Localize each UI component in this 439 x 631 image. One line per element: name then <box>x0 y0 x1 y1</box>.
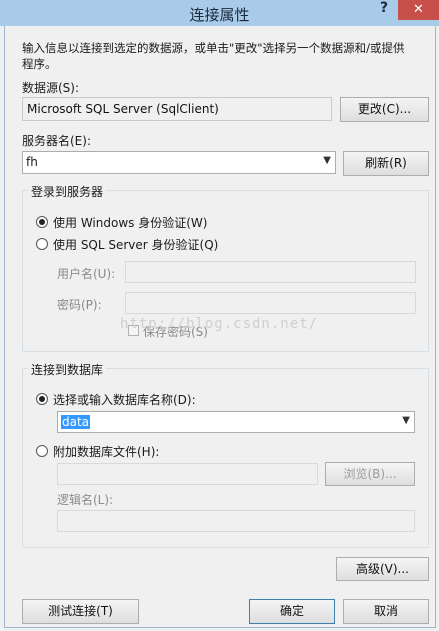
refresh-button[interactable]: 刷新(R) <box>343 151 429 176</box>
browse-button[interactable]: 浏览(B)... <box>325 462 415 486</box>
datasource-field: Microsoft SQL Server (SqlClient) <box>22 97 332 121</box>
logical-name-input[interactable] <box>57 510 415 532</box>
database-value: data <box>61 415 91 429</box>
windows-auth-radio[interactable] <box>36 216 48 228</box>
server-value: fh <box>26 155 38 169</box>
database-group-title: 连接到数据库 <box>28 361 107 378</box>
chevron-down-icon[interactable]: ▼ <box>323 155 331 166</box>
attach-file-radio[interactable] <box>36 445 48 457</box>
attach-file-label[interactable]: 附加数据库文件(H): <box>53 443 159 460</box>
sql-auth-radio[interactable] <box>36 238 48 250</box>
select-database-label[interactable]: 选择或输入数据库名称(D): <box>53 391 196 408</box>
window-title: 连接属性 <box>189 6 250 24</box>
password-input[interactable] <box>125 292 416 314</box>
ok-button[interactable]: 确定 <box>249 599 335 624</box>
instruction-line-2: 程序。 <box>22 57 57 71</box>
password-label: 密码(P): <box>57 298 102 312</box>
instruction-line-1: 输入信息以连接到选定的数据源，或单击"更改"选择另一个数据源和/或提供 <box>22 41 405 55</box>
select-database-radio[interactable] <box>36 393 48 405</box>
server-combobox[interactable]: fh ▼ <box>22 151 336 174</box>
logical-name-label: 逻辑名(L): <box>57 493 114 507</box>
advanced-button[interactable]: 高级(V)... <box>336 557 429 581</box>
windows-auth-label[interactable]: 使用 Windows 身份验证(W) <box>53 214 207 231</box>
close-button[interactable]: ✕ <box>398 0 439 20</box>
watermark: http://blog.csdn.net/ <box>120 316 319 332</box>
cancel-button[interactable]: 取消 <box>343 599 429 624</box>
chevron-down-icon[interactable]: ▼ <box>402 415 410 426</box>
username-input[interactable] <box>125 261 416 283</box>
sql-auth-label[interactable]: 使用 SQL Server 身份验证(Q) <box>53 236 218 253</box>
help-icon[interactable]: ? <box>380 0 388 16</box>
database-combobox[interactable]: data ▼ <box>57 411 415 433</box>
datasource-label: 数据源(S): <box>22 81 80 95</box>
server-label: 服务器名(E): <box>22 134 91 148</box>
test-connection-button[interactable]: 测试连接(T) <box>22 599 139 624</box>
attach-file-input[interactable] <box>57 463 318 485</box>
username-label: 用户名(U): <box>57 267 116 281</box>
change-datasource-button[interactable]: 更改(C)... <box>340 97 429 122</box>
login-group-title: 登录到服务器 <box>28 183 107 200</box>
